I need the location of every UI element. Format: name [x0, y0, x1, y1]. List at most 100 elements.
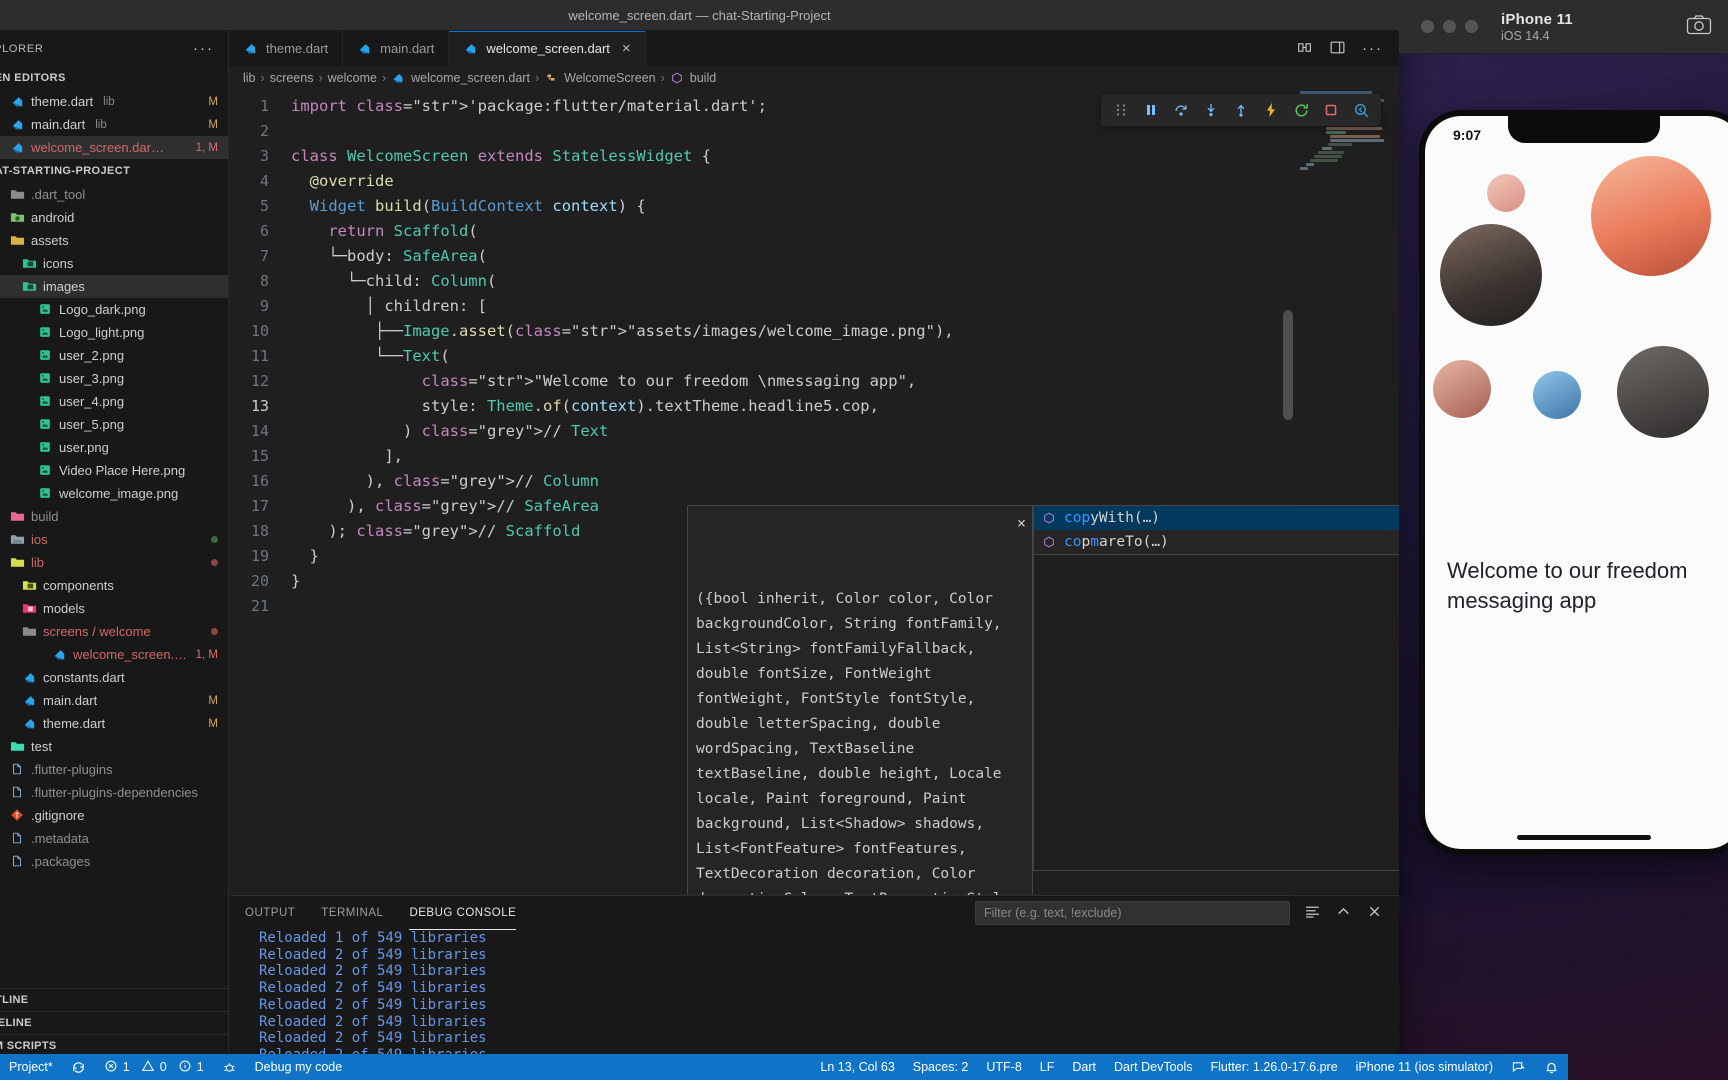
suggest-widget[interactable]: copyWith(…) › copmareTo(…) — [1033, 505, 1399, 555]
more-actions-icon[interactable]: ··· — [1362, 41, 1383, 56]
status-dart-devtools[interactable]: Dart DevTools — [1105, 1054, 1202, 1080]
code-line[interactable]: 4 @override — [229, 168, 1399, 193]
tree-item[interactable]: .gitignore — [0, 804, 228, 827]
inspector-icon[interactable] — [1347, 97, 1375, 123]
status-debug-label[interactable]: Debug my code — [246, 1054, 352, 1080]
status-eol[interactable]: LF — [1031, 1054, 1064, 1080]
open-editor-item-active[interactable]: welcome_screen.dar… 1, M — [0, 136, 228, 159]
code-line[interactable]: 10 ├──Image.asset(class="str">"assets/im… — [229, 318, 1399, 343]
stop-icon[interactable] — [1317, 97, 1345, 123]
restart-icon[interactable] — [1287, 97, 1315, 123]
project-title[interactable]: CHAT-STARTING-PROJECT — [0, 159, 228, 183]
pause-icon[interactable] — [1137, 97, 1165, 123]
tree-item[interactable]: icons — [0, 252, 228, 275]
tree-item[interactable]: assets — [0, 229, 228, 252]
breadcrumb-method[interactable]: build — [690, 71, 716, 85]
window-close-icon[interactable] — [1421, 20, 1434, 33]
tree-item[interactable]: user_5.png — [0, 413, 228, 436]
code-line[interactable]: 5 Widget build(BuildContext context) { — [229, 193, 1399, 218]
tree-item[interactable]: models — [0, 597, 228, 620]
tree-item[interactable]: user_3.png — [0, 367, 228, 390]
tree-item[interactable]: .packages — [0, 850, 228, 873]
tree-item[interactable]: android — [0, 206, 228, 229]
step-out-icon[interactable] — [1227, 97, 1255, 123]
clear-console-icon[interactable] — [1304, 903, 1321, 923]
code-line[interactable]: 9 │ children: [ — [229, 293, 1399, 318]
tree-item[interactable]: welcome_image.png — [0, 482, 228, 505]
debug-icon[interactable] — [213, 1054, 246, 1080]
status-encoding[interactable]: UTF-8 — [977, 1054, 1030, 1080]
camera-icon[interactable] — [1686, 14, 1712, 39]
code-line[interactable]: 11 └──Text( — [229, 343, 1399, 368]
tree-item[interactable]: constants.dart — [0, 666, 228, 689]
tree-item[interactable]: user_2.png — [0, 344, 228, 367]
code-line[interactable]: 15 ], — [229, 443, 1399, 468]
editor-scrollbar[interactable] — [1283, 310, 1293, 420]
tree-item[interactable]: .dart_tool — [0, 183, 228, 206]
layout-icon[interactable] — [1329, 39, 1346, 59]
code-line[interactable]: 14 ) class="grey">// Text — [229, 418, 1399, 443]
tree-item[interactable]: Logo_light.png — [0, 321, 228, 344]
chevron-up-icon[interactable] — [1335, 903, 1352, 923]
explorer-more-icon[interactable]: ··· — [193, 41, 214, 56]
sidebar-section-timeline[interactable]: TIMELINE — [0, 1011, 228, 1034]
hot-reload-icon[interactable] — [1257, 97, 1285, 123]
code-line[interactable]: 12 class="str">"Welcome to our freedom \… — [229, 368, 1399, 393]
panel-tab-output[interactable]: OUTPUT — [245, 896, 295, 930]
tree-item[interactable]: build — [0, 505, 228, 528]
status-flutter-version[interactable]: Flutter: 1.26.0-17.6.pre — [1202, 1054, 1347, 1080]
tree-item[interactable]: screens / welcome — [0, 620, 228, 643]
breadcrumb-welcome[interactable]: welcome — [328, 71, 377, 85]
status-cursor-position[interactable]: Ln 13, Col 63 — [811, 1054, 903, 1080]
tree-item[interactable]: components — [0, 574, 228, 597]
feedback-icon[interactable] — [1502, 1054, 1535, 1080]
close-icon[interactable] — [1366, 903, 1383, 923]
step-over-icon[interactable] — [1167, 97, 1195, 123]
tree-item[interactable]: lib — [0, 551, 228, 574]
tree-item[interactable]: theme.dart M — [0, 712, 228, 735]
code-editor[interactable]: 1 import class="str">'package:flutter/mat… — [229, 90, 1399, 895]
suggest-item-copywith[interactable]: copyWith(…) › — [1034, 506, 1399, 530]
split-editor-icon[interactable] — [1296, 39, 1313, 59]
panel-tab-terminal[interactable]: TERMINAL — [321, 896, 383, 930]
tab-theme-dart[interactable]: theme.dart — [229, 31, 344, 66]
code-line[interactable]: 7 └─body: SafeArea( — [229, 243, 1399, 268]
drag-handle-icon[interactable] — [1107, 97, 1135, 123]
code-line[interactable]: 6 return Scaffold( — [229, 218, 1399, 243]
breadcrumb-screens[interactable]: screens — [270, 71, 314, 85]
sync-icon[interactable] — [62, 1054, 95, 1080]
breadcrumb-class[interactable]: WelcomeScreen — [564, 71, 655, 85]
status-indentation[interactable]: Spaces: 2 — [904, 1054, 978, 1080]
tree-item[interactable]: .metadata — [0, 827, 228, 850]
breadcrumb-lib[interactable]: lib — [243, 71, 256, 85]
tree-item[interactable]: main.dart M — [0, 689, 228, 712]
tab-main-dart[interactable]: main.dart — [343, 31, 450, 66]
breadcrumb-file[interactable]: welcome_screen.dart — [411, 71, 530, 85]
tree-item[interactable]: test — [0, 735, 228, 758]
tab-welcome-screen-dart[interactable]: welcome_screen.dart × — [449, 31, 646, 66]
code-line[interactable]: 16 ), class="grey">// Column — [229, 468, 1399, 493]
code-line[interactable]: 8 └─child: Column( — [229, 268, 1399, 293]
tree-item[interactable]: ios ios — [0, 528, 228, 551]
tree-item[interactable]: user.png — [0, 436, 228, 459]
panel-tab-debug-console[interactable]: DEBUG CONSOLE — [409, 896, 517, 930]
bell-icon[interactable] — [1535, 1054, 1568, 1080]
window-maximize-icon[interactable] — [1465, 20, 1478, 33]
open-editors-title[interactable]: OPEN EDITORS — [0, 66, 228, 90]
open-editor-item[interactable]: main.dart lib M — [0, 113, 228, 136]
suggest-item-compareto[interactable]: copmareTo(…) — [1034, 530, 1399, 554]
code-line[interactable]: 3 class WelcomeScreen extends StatelessWi… — [229, 143, 1399, 168]
status-language-mode[interactable]: Dart — [1063, 1054, 1105, 1080]
tree-item[interactable]: .flutter-plugins-dependencies — [0, 781, 228, 804]
close-icon[interactable]: × — [1017, 511, 1026, 536]
iphone-screen[interactable]: 9:07 Welcome to our freedom messaging ap… — [1425, 116, 1728, 849]
step-into-icon[interactable] — [1197, 97, 1225, 123]
tree-item[interactable]: user_4.png — [0, 390, 228, 413]
tree-item[interactable]: Logo_dark.png — [0, 298, 228, 321]
window-minimize-icon[interactable] — [1443, 20, 1456, 33]
home-indicator[interactable] — [1517, 835, 1651, 840]
tree-item[interactable]: Video Place Here.png — [0, 459, 228, 482]
tree-item[interactable]: .flutter-plugins — [0, 758, 228, 781]
status-device[interactable]: iPhone 11 (ios simulator) — [1347, 1054, 1502, 1080]
open-editor-item[interactable]: theme.dart lib M — [0, 90, 228, 113]
